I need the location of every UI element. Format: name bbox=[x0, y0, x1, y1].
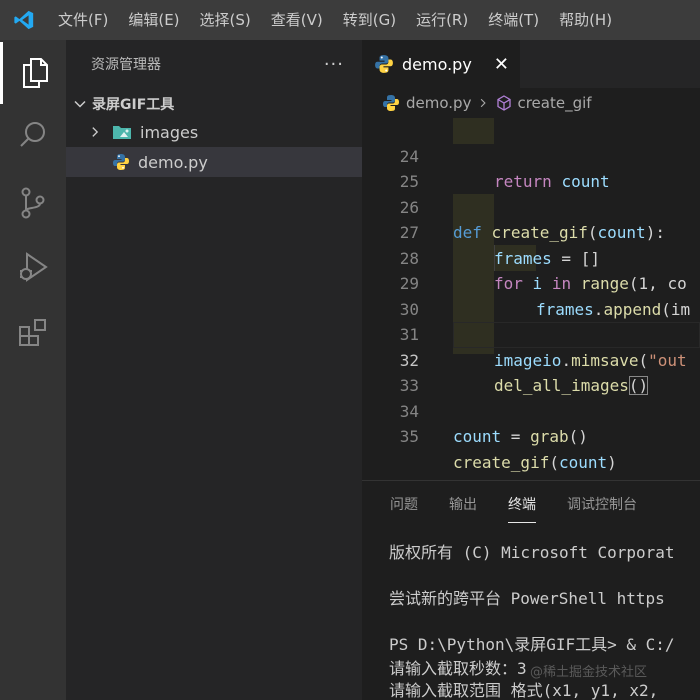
tab-terminal[interactable]: 终端 bbox=[508, 481, 536, 529]
tab-output[interactable]: 输出 bbox=[449, 481, 477, 529]
vscode-logo-icon bbox=[0, 0, 48, 40]
menu-bar: 文件(F) 编辑(E) 选择(S) 查看(V) 转到(G) 运行(R) 终端(T… bbox=[48, 0, 622, 40]
terminal-line: 请输入截取范围 格式(x1, y1, x2, bbox=[389, 681, 659, 700]
code-line: 27 frames = [] bbox=[362, 195, 700, 268]
breadcrumb-symbol[interactable]: create_gif bbox=[517, 94, 591, 112]
code-line: 29 frames.append(im bbox=[362, 246, 700, 319]
workspace-folder[interactable]: 录屏GIF工具 bbox=[66, 90, 362, 117]
more-actions-icon[interactable]: ··· bbox=[324, 54, 344, 75]
extensions-icon[interactable] bbox=[0, 302, 66, 364]
tree-item-label: demo.py bbox=[138, 152, 208, 172]
run-debug-icon[interactable] bbox=[0, 236, 66, 298]
explorer-sidebar: 资源管理器 ··· 录屏GIF工具 images demo.py bbox=[66, 40, 362, 700]
close-icon[interactable]: ✕ bbox=[494, 54, 509, 75]
tab-demo-py[interactable]: demo.py ✕ bbox=[362, 40, 520, 88]
menu-terminal[interactable]: 终端(T) bbox=[478, 0, 549, 40]
code-line: 34 count = grab() bbox=[362, 373, 700, 447]
panel-tabs: 问题 输出 终端 调试控制台 bbox=[362, 481, 700, 529]
code-line: 30 bbox=[362, 271, 700, 319]
code-line: 31 imageio.mimsave("out bbox=[362, 297, 700, 370]
code-line: 35 create_gif(count) bbox=[362, 399, 700, 472]
code-line: 28 for i in range(1, co bbox=[362, 220, 700, 294]
terminal-line: 请输入截取秒数：3 bbox=[389, 659, 527, 678]
tree-item-label: images bbox=[140, 122, 199, 142]
tree-item-images[interactable]: images bbox=[66, 117, 362, 147]
editor-tabs: demo.py ✕ bbox=[362, 40, 700, 88]
terminal-line: 尝试新的跨平台 PowerShell https bbox=[389, 589, 665, 608]
breadcrumb: demo.py create_gif bbox=[362, 88, 700, 118]
method-cube-icon bbox=[497, 95, 512, 111]
tab-debug-console[interactable]: 调试控制台 bbox=[567, 481, 637, 529]
sidebar-title: 资源管理器 bbox=[91, 57, 161, 73]
code-editor[interactable]: 24 return count 25 26 def create_gif(cou… bbox=[362, 118, 700, 480]
chevron-right-icon bbox=[481, 98, 487, 108]
code-line-active: 32 del_all_images() bbox=[362, 322, 700, 395]
source-control-icon[interactable] bbox=[0, 172, 66, 234]
python-file-icon bbox=[383, 95, 399, 111]
tab-label: demo.py bbox=[402, 54, 472, 74]
chevron-down-icon bbox=[74, 100, 86, 108]
title-bar: 文件(F) 编辑(E) 选择(S) 查看(V) 转到(G) 运行(R) 终端(T… bbox=[0, 0, 700, 40]
search-icon[interactable] bbox=[0, 104, 66, 166]
menu-go[interactable]: 转到(G) bbox=[333, 0, 406, 40]
activity-bar bbox=[0, 40, 66, 700]
breadcrumb-file[interactable]: demo.py bbox=[406, 94, 471, 112]
terminal-line: 版权所有 (C) Microsoft Corporat bbox=[389, 543, 675, 562]
code-line: 33 bbox=[362, 348, 700, 395]
python-file-icon bbox=[375, 55, 393, 73]
line-number: 35 bbox=[399, 427, 419, 446]
code-line: 26 def create_gif(count): bbox=[362, 169, 700, 243]
watermark: @稀土掘金技术社区 bbox=[530, 665, 648, 680]
python-file-icon bbox=[113, 154, 129, 170]
menu-file[interactable]: 文件(F) bbox=[48, 0, 118, 40]
menu-selection[interactable]: 选择(S) bbox=[190, 0, 261, 40]
menu-run[interactable]: 运行(R) bbox=[406, 0, 478, 40]
terminal-line: PS D:\Python\录屏GIF工具> & C:/ bbox=[389, 635, 675, 654]
menu-edit[interactable]: 编辑(E) bbox=[118, 0, 189, 40]
code-line: 24 return count bbox=[362, 118, 700, 192]
tree-item-demo-py[interactable]: demo.py bbox=[66, 147, 362, 177]
menu-view[interactable]: 查看(V) bbox=[261, 0, 333, 40]
explorer-icon[interactable] bbox=[0, 42, 66, 104]
tab-problems[interactable]: 问题 bbox=[390, 481, 418, 529]
editor-area: demo.py ✕ demo.py create_gif 24 return c… bbox=[362, 40, 700, 480]
menu-help[interactable]: 帮助(H) bbox=[549, 0, 622, 40]
code-line: 25 bbox=[362, 144, 700, 191]
image-folder-icon bbox=[113, 126, 131, 139]
workspace-folder-label: 录屏GIF工具 bbox=[92, 96, 175, 113]
sidebar-header: 资源管理器 ··· bbox=[66, 40, 362, 88]
chevron-right-icon bbox=[92, 127, 99, 137]
